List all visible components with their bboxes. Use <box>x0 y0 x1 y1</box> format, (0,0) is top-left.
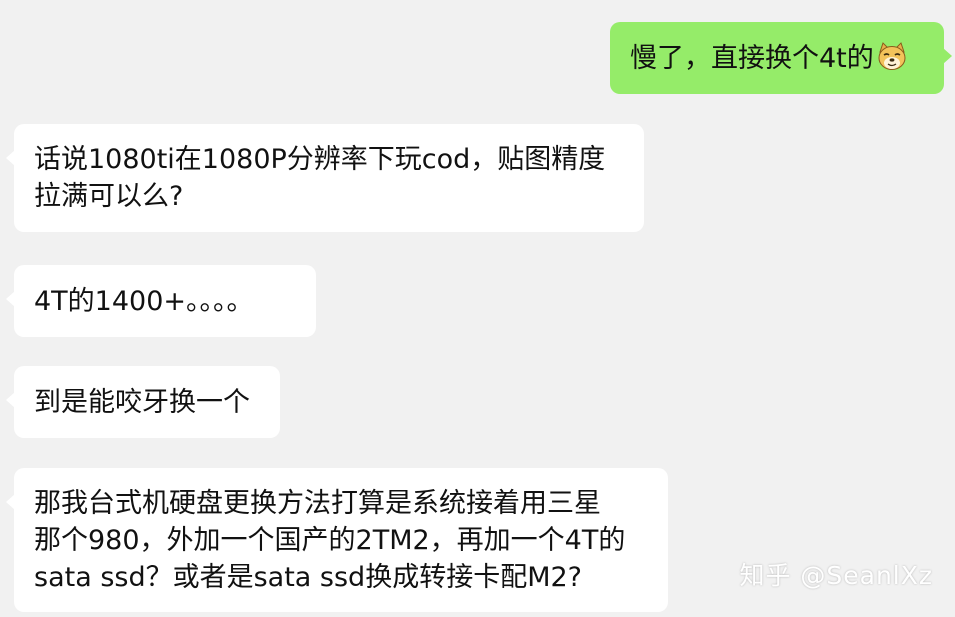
message-line: 到是能咬牙换一个 <box>34 386 250 418</box>
message-line: 那我台式机硬盘更换方法打算是系统接着用三星 <box>34 487 601 519</box>
watermark: 知乎 @SeanlXz <box>739 561 933 590</box>
message-line: 那个980，外加一个国产的2TM2，再加一个4T的 <box>34 524 626 556</box>
bubble-tail <box>6 150 15 166</box>
bubble-tail <box>6 392 15 408</box>
message-line: 话说1080ti在1080P分辨率下玩cod，贴图精度 <box>34 144 606 175</box>
doge-face-emoji-icon <box>878 41 906 70</box>
message-bubble-incoming[interactable]: 那我台式机硬盘更换方法打算是系统接着用三星 那个980，外加一个国产的2TM2，… <box>6 468 668 612</box>
message-line: 慢了，直接换个4t的 <box>630 42 874 74</box>
bubble-tail <box>6 494 15 510</box>
message-bubble-outgoing[interactable]: 慢了，直接换个4t的 <box>610 22 952 94</box>
message-bubble-incoming[interactable]: 4T的1400+。。。。 <box>6 265 316 337</box>
message-line: 拉满可以么? <box>34 181 184 212</box>
bubble-tail <box>6 291 15 307</box>
message-bubble-incoming[interactable]: 到是能咬牙换一个 <box>6 366 280 438</box>
message-bubble-incoming[interactable]: 话说1080ti在1080P分辨率下玩cod，贴图精度 拉满可以么? <box>6 124 644 232</box>
message-line: 4T的1400+。。。。 <box>34 285 254 317</box>
message-text: 慢了，直接换个4t的 <box>630 40 924 77</box>
bubble-tail <box>943 48 952 64</box>
message-line: sata ssd？或者是sata ssd换成转接卡配M2? <box>34 561 583 593</box>
